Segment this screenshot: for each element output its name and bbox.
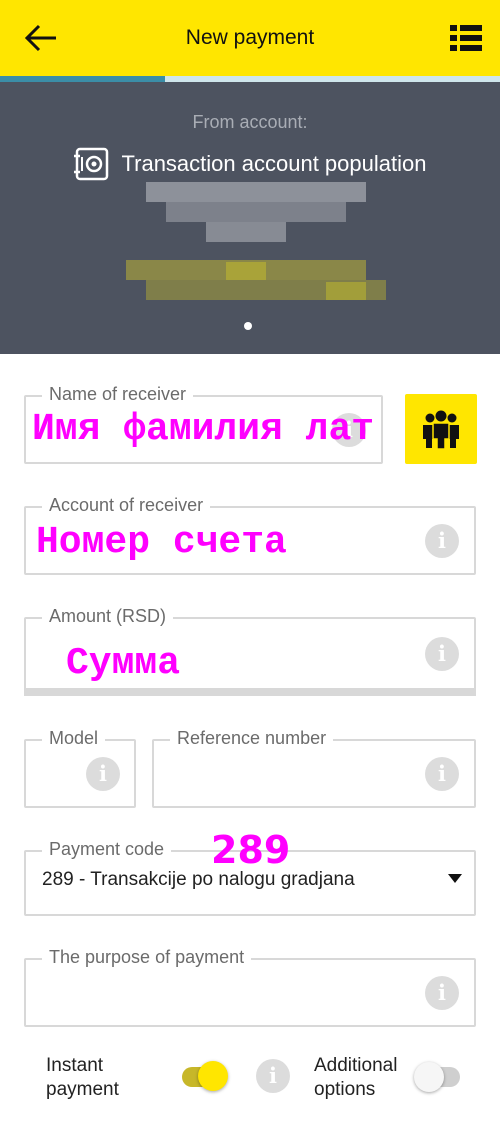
- info-icon[interactable]: i: [425, 637, 459, 671]
- additional-options-label: Additional options: [314, 1055, 398, 1100]
- redacted-account-number: [146, 182, 366, 242]
- payment-code-value: 289 - Transakcije po nalogu gradjana: [42, 869, 355, 890]
- instant-payment-label: Instant payment: [46, 1055, 119, 1100]
- receiver-account-value: Номер счета: [36, 521, 287, 564]
- purpose-label: The purpose of payment: [42, 947, 252, 968]
- account-selector[interactable]: From account: Transaction account popula…: [0, 82, 500, 354]
- info-icon[interactable]: i: [425, 976, 459, 1010]
- model-label: Model: [42, 728, 106, 749]
- amount-field-underline: [24, 688, 476, 696]
- amount-value: Сумма: [66, 642, 181, 685]
- purpose-field[interactable]: The purpose of payment i: [24, 947, 476, 1027]
- additional-options-toggle[interactable]: [414, 1062, 460, 1092]
- info-icon[interactable]: i: [425, 524, 459, 558]
- app-header: New payment: [0, 0, 500, 76]
- account-row: Transaction account population: [0, 146, 500, 182]
- account-name: Transaction account population: [121, 151, 427, 176]
- safe-icon: [73, 147, 108, 181]
- amount-label: Amount (RSD): [42, 606, 174, 627]
- contacts-icon: [423, 410, 459, 449]
- menu-button[interactable]: [448, 20, 484, 56]
- list-menu-icon: [450, 25, 482, 51]
- payment-code-label: Payment code: [42, 839, 172, 860]
- info-icon[interactable]: i: [256, 1059, 290, 1093]
- info-icon[interactable]: i: [86, 757, 120, 791]
- info-icon[interactable]: i: [425, 757, 459, 791]
- from-account-label: From account:: [192, 112, 308, 132]
- instant-payment-toggle-knob: [198, 1061, 228, 1091]
- receiver-account-label: Account of receiver: [42, 495, 211, 516]
- page-title: New payment: [185, 26, 315, 49]
- model-field[interactable]: Model i: [24, 728, 136, 808]
- redacted-balance: [126, 260, 386, 304]
- contacts-button[interactable]: [405, 394, 477, 464]
- instant-payment-toggle[interactable]: [182, 1061, 228, 1091]
- payment-code-annotation: 289: [211, 828, 291, 872]
- reference-number-label: Reference number: [170, 728, 334, 749]
- page-indicator-dot: [244, 322, 252, 330]
- additional-options-toggle-knob: [414, 1062, 444, 1092]
- receiver-name-label: Name of receiver: [42, 384, 194, 405]
- reference-number-field[interactable]: Reference number i: [152, 728, 476, 808]
- receiver-name-value: Имя фамилия лат: [32, 408, 375, 451]
- dropdown-arrow-icon: [448, 874, 462, 883]
